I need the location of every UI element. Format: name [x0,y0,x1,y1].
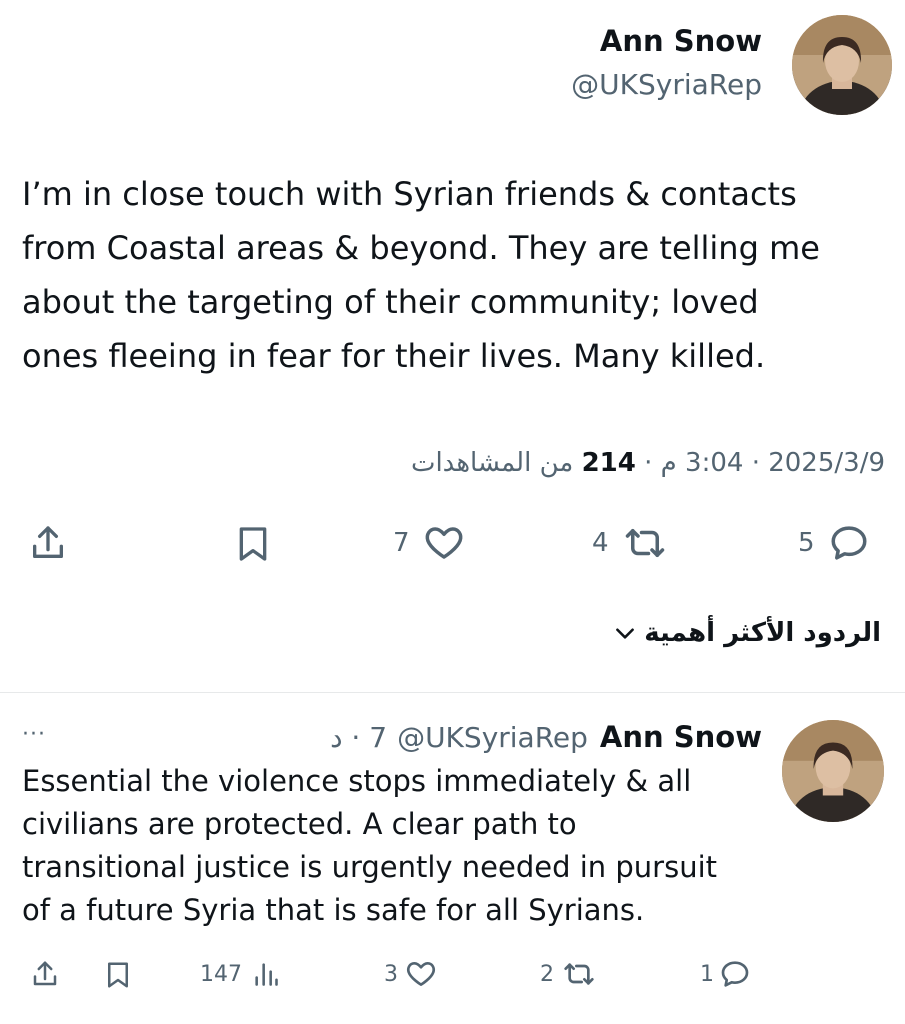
reply-header: 7 · د @UKSyriaRep Ann Snow [330,720,762,754]
reply-reply-button[interactable]: 1 [700,958,752,990]
views-label: من المشاهدات [410,448,574,478]
replies-sort-dropdown[interactable]: الردود الأكثر أهمية [612,618,881,648]
reply-more-button[interactable]: ··· [22,722,46,747]
reply-retweet-button[interactable]: 2 [540,958,598,990]
reply-views-count: 147 [200,961,242,987]
chevron-down-icon [616,628,635,639]
reply-text: Essential the violence stops immediately… [22,764,718,927]
retweet-icon [564,963,594,985]
reply-author-handle[interactable]: @UKSyriaRep [397,721,588,754]
retweet-icon [625,529,664,557]
divider [0,692,905,693]
reply-icon [721,961,749,987]
replies-sort-label: الردود الأكثر أهمية [644,618,881,648]
tweet-time: 3:04 م [660,448,744,478]
reply-share-button[interactable] [30,958,60,990]
reply-views-button[interactable]: 147 [200,960,280,988]
reply-count: 5 [798,528,815,558]
share-button[interactable] [28,522,68,564]
avatar[interactable] [792,15,892,115]
retweet-count: 4 [592,528,609,558]
bookmark-icon [239,527,267,561]
retweet-button[interactable]: 4 [592,522,669,564]
like-button[interactable]: 7 [393,522,466,564]
reply-reply-count: 1 [700,961,714,987]
reply-time[interactable]: 7 · د [330,721,387,754]
author-handle[interactable]: @UKSyriaRep [571,68,762,101]
bookmark-button[interactable] [233,522,273,566]
reply-like-count: 3 [384,961,398,987]
reply-avatar[interactable] [782,720,884,822]
reply-author-name[interactable]: Ann Snow [600,720,762,754]
author-name[interactable]: Ann Snow [600,24,762,58]
reply-icon [831,526,867,560]
tweet-text: I’m in close touch with Syrian friends &… [22,175,820,375]
views-icon [255,963,278,986]
tweet-date: 2025/3/9 [768,448,885,478]
reply-button[interactable]: 5 [798,522,871,564]
meta-separator: · [751,448,760,478]
share-icon [33,961,57,986]
meta-separator: · [644,448,653,478]
heart-icon [407,962,435,986]
tweet-meta: من المشاهدات 214 · 3:04 م · 2025/3/9 [411,448,885,478]
views-count[interactable]: 214 [582,448,636,478]
heart-icon [425,527,462,559]
like-count: 7 [393,528,410,558]
reply-bookmark-button[interactable] [103,958,133,992]
reply-retweet-count: 2 [540,961,554,987]
share-icon [33,526,63,558]
reply-like-button[interactable]: 3 [384,958,438,990]
bookmark-icon [108,962,128,988]
